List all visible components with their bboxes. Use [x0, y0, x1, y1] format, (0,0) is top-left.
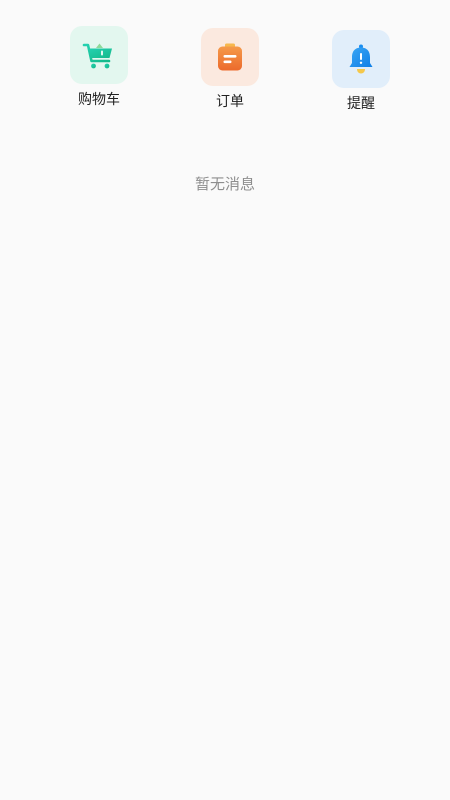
- cart-label: 购物车: [78, 92, 120, 108]
- orders-shortcut[interactable]: 订单: [180, 28, 280, 111]
- bell-icon: [349, 44, 373, 74]
- shopping-cart-icon: [82, 43, 112, 69]
- reminders-tile: [332, 30, 390, 88]
- reminders-shortcut[interactable]: 提醒: [311, 30, 411, 113]
- clipboard-icon: [218, 43, 242, 71]
- orders-tile: [201, 28, 259, 86]
- reminders-label: 提醒: [347, 96, 375, 112]
- cart-shortcut[interactable]: 购物车: [49, 26, 149, 109]
- message-center-screen: 购物车 订单 提醒 暂无消息: [0, 0, 450, 800]
- cart-tile: [70, 26, 128, 84]
- empty-state-message: 暂无消息: [194, 175, 255, 193]
- orders-label: 订单: [216, 94, 244, 110]
